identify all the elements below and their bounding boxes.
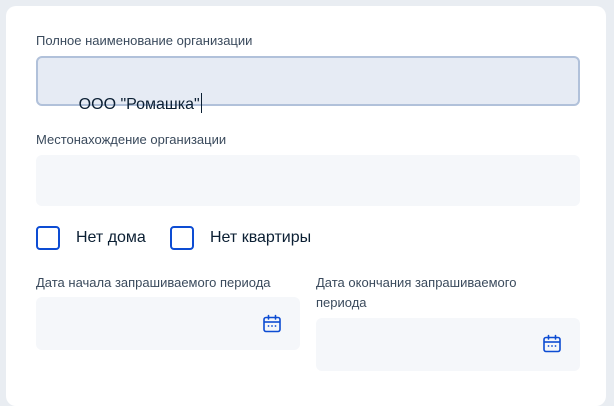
org-name-label: Полное наименование организации xyxy=(36,33,253,48)
calendar-icon[interactable] xyxy=(262,314,282,334)
checkbox-no-apartment[interactable]: Нет квартиры xyxy=(170,226,311,250)
period-start-label: Дата начала запрашиваемого периода xyxy=(36,275,271,290)
checkbox-no-house-box[interactable] xyxy=(36,226,60,250)
period-end-label: Дата окончания запрашиваемого периода xyxy=(316,275,517,310)
calendar-icon[interactable] xyxy=(542,334,562,354)
period-end-input[interactable] xyxy=(316,318,580,371)
checkbox-no-house-label: Нет дома xyxy=(76,229,146,246)
form-card: Полное наименование организации ООО "Ром… xyxy=(6,6,606,406)
checkbox-no-apartment-box[interactable] xyxy=(170,226,194,250)
checkbox-no-house[interactable]: Нет дома xyxy=(36,226,146,250)
org-name-value: ООО "Ромашка" xyxy=(78,96,200,113)
org-location-input[interactable] xyxy=(36,155,580,206)
checkbox-no-apartment-label: Нет квартиры xyxy=(210,229,312,246)
org-location-label: Местонахождение организации xyxy=(36,132,227,147)
period-start-input[interactable] xyxy=(36,297,300,350)
org-name-input[interactable]: ООО "Ромашка" xyxy=(36,56,580,113)
text-caret xyxy=(200,93,202,113)
